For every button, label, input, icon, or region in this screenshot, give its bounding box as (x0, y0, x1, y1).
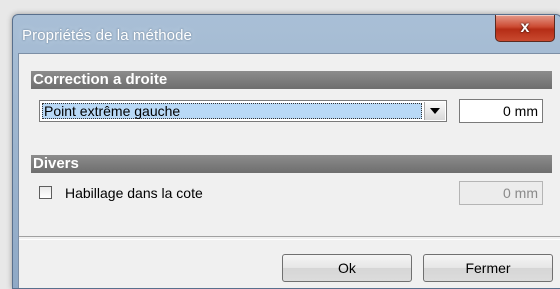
close-window-button[interactable]: x (495, 15, 555, 42)
window-title: Propriétés de la méthode (22, 27, 192, 44)
dropdown-selected-value: Point extrême gauche (42, 103, 422, 119)
correction-value-input[interactable]: 0 mm (459, 99, 543, 123)
ok-button[interactable]: Ok (282, 254, 412, 282)
dropdown-arrow-button[interactable] (424, 102, 445, 120)
habillage-checkbox[interactable] (39, 186, 52, 199)
section-header-correction: Correction a droite (31, 71, 552, 89)
button-divider (19, 236, 560, 240)
section-header-divers: Divers (31, 155, 552, 173)
dialog-window: Propriétés de la méthode x Correction a … (12, 14, 560, 289)
close-icon: x (520, 19, 530, 36)
dialog-body: Correction a droite Point extrême gauche… (18, 53, 560, 288)
chevron-down-icon (430, 108, 440, 114)
close-button[interactable]: Fermer (423, 254, 553, 282)
correction-dropdown[interactable]: Point extrême gauche (39, 100, 447, 122)
divers-value-input: 0 mm (459, 181, 543, 205)
title-bar[interactable]: Propriétés de la méthode x (13, 15, 560, 53)
habillage-checkbox-label[interactable]: Habillage dans la cote (65, 185, 203, 201)
